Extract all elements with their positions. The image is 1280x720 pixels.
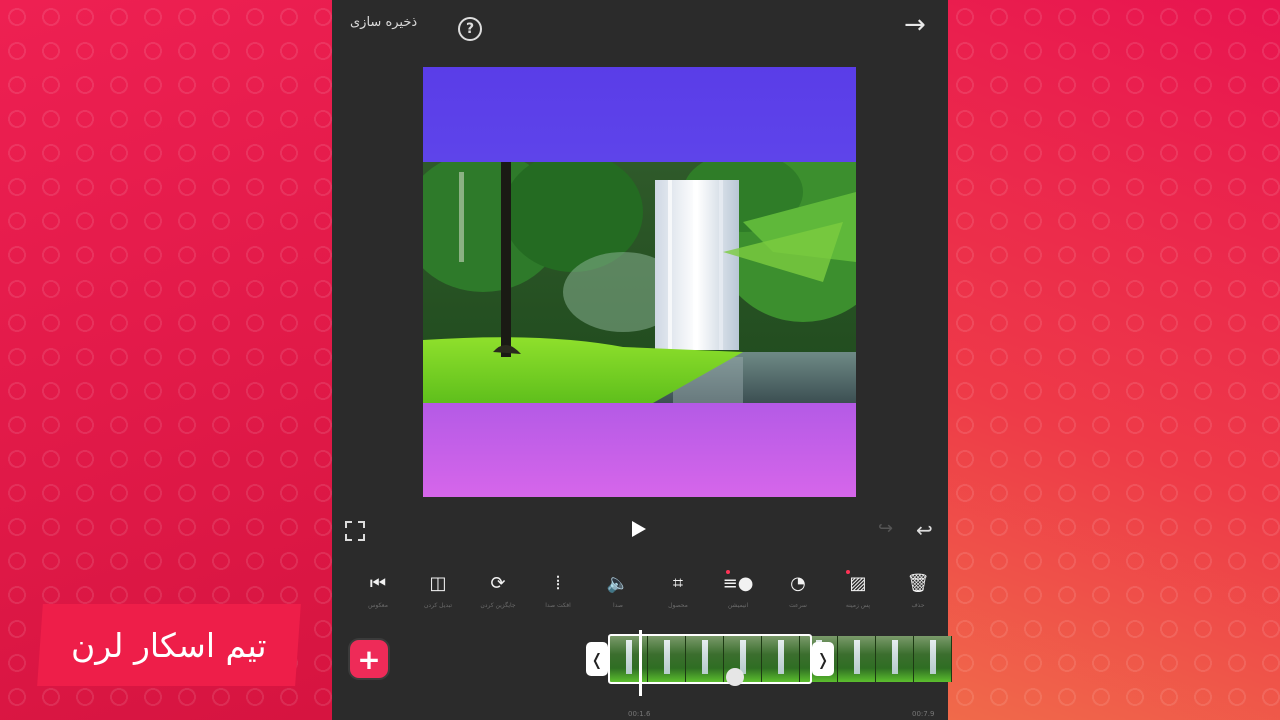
- undo-icon[interactable]: ↩: [916, 518, 933, 542]
- speed-icon: ◔: [790, 572, 806, 594]
- tool-label: جایگزین کردن: [480, 602, 516, 609]
- video-preview[interactable]: [423, 67, 856, 497]
- animation-icon: ≡●: [722, 572, 754, 594]
- top-bar: ذخیره سازی ? →: [332, 0, 948, 56]
- tool-replace[interactable]: ⟳ جایگزین کردن: [468, 568, 528, 620]
- playback-controls: ↪ ↩: [332, 512, 948, 552]
- tool-delete[interactable]: 🗑 حذف: [888, 568, 948, 620]
- tool-crop[interactable]: ⌗ محصول: [648, 568, 708, 620]
- arrow-right-icon[interactable]: →: [904, 10, 926, 40]
- waterfall-image: [423, 162, 856, 403]
- tool-volume[interactable]: 🔈 صدا: [588, 568, 648, 620]
- rewind-icon: ⏮: [369, 572, 387, 594]
- volume-icon: 🔈: [606, 572, 630, 594]
- background-right: [948, 0, 1280, 720]
- tool-convert[interactable]: ◫ تبدیل کردن: [408, 568, 468, 620]
- tool-label: معکوس: [368, 602, 388, 609]
- audio-wave-icon: ⦙: [555, 572, 561, 594]
- clip-frame: [914, 636, 952, 682]
- background-band-bottom: [423, 403, 856, 497]
- crop-icon: ⌗: [672, 572, 684, 594]
- tool-label: محصول: [668, 602, 688, 609]
- video-editor-screen: ذخیره سازی ? → ↪ ↩ ⏮ معکوس ◫ تبدیل کردن …: [332, 0, 952, 720]
- current-time: 00:1.6: [628, 710, 651, 718]
- help-circle-icon[interactable]: ?: [458, 17, 482, 41]
- trash-icon: 🗑: [906, 572, 930, 594]
- tool-label: سرعت: [789, 602, 807, 609]
- tool-rewind[interactable]: ⏮ معکوس: [348, 568, 408, 620]
- play-icon[interactable]: [632, 521, 646, 537]
- new-badge: [726, 570, 730, 574]
- fullscreen-icon[interactable]: [344, 520, 366, 542]
- watermark-text: تیم اسکار لرن: [71, 625, 267, 665]
- trim-handle-right[interactable]: ❭: [812, 642, 834, 676]
- tool-background[interactable]: ▨ پس زمینه: [828, 568, 888, 620]
- add-clip-button[interactable]: +: [350, 640, 388, 678]
- tool-audio-effect[interactable]: ⦙ افکت صدا: [528, 568, 588, 620]
- tool-animation[interactable]: ≡● انیمیشن: [708, 568, 768, 620]
- edit-toolbar: ⏮ معکوس ◫ تبدیل کردن ⟳ جایگزین کردن ⦙ اف…: [348, 568, 948, 620]
- save-button[interactable]: ذخیره سازی: [350, 15, 417, 30]
- scrub-knob[interactable]: [726, 668, 744, 686]
- tool-label: صدا: [613, 602, 623, 609]
- clip-frame: [876, 636, 914, 682]
- replace-icon: ⟳: [490, 572, 506, 594]
- new-badge: [846, 570, 850, 574]
- tool-label: حذف: [911, 602, 925, 609]
- end-time: 00:7.9: [912, 710, 935, 718]
- playhead[interactable]: [639, 630, 642, 696]
- tool-speed[interactable]: ◔ سرعت: [768, 568, 828, 620]
- tool-label: تبدیل کردن: [424, 602, 452, 609]
- timeline[interactable]: ❬ ❭: [584, 630, 952, 696]
- tool-label: پس زمینه: [845, 602, 871, 609]
- split-view-icon: ◫: [429, 572, 447, 594]
- clip-frame: [838, 636, 876, 682]
- plus-icon: +: [357, 642, 381, 676]
- redo-icon[interactable]: ↪: [878, 518, 893, 539]
- tool-label: انیمیشن: [727, 602, 749, 609]
- trim-handle-left[interactable]: ❬: [586, 642, 608, 676]
- watermark-banner: تیم اسکار لرن: [37, 604, 301, 686]
- tool-label: افکت صدا: [545, 602, 571, 609]
- background-band-top: [423, 67, 856, 162]
- background-icon: ▨: [849, 572, 867, 594]
